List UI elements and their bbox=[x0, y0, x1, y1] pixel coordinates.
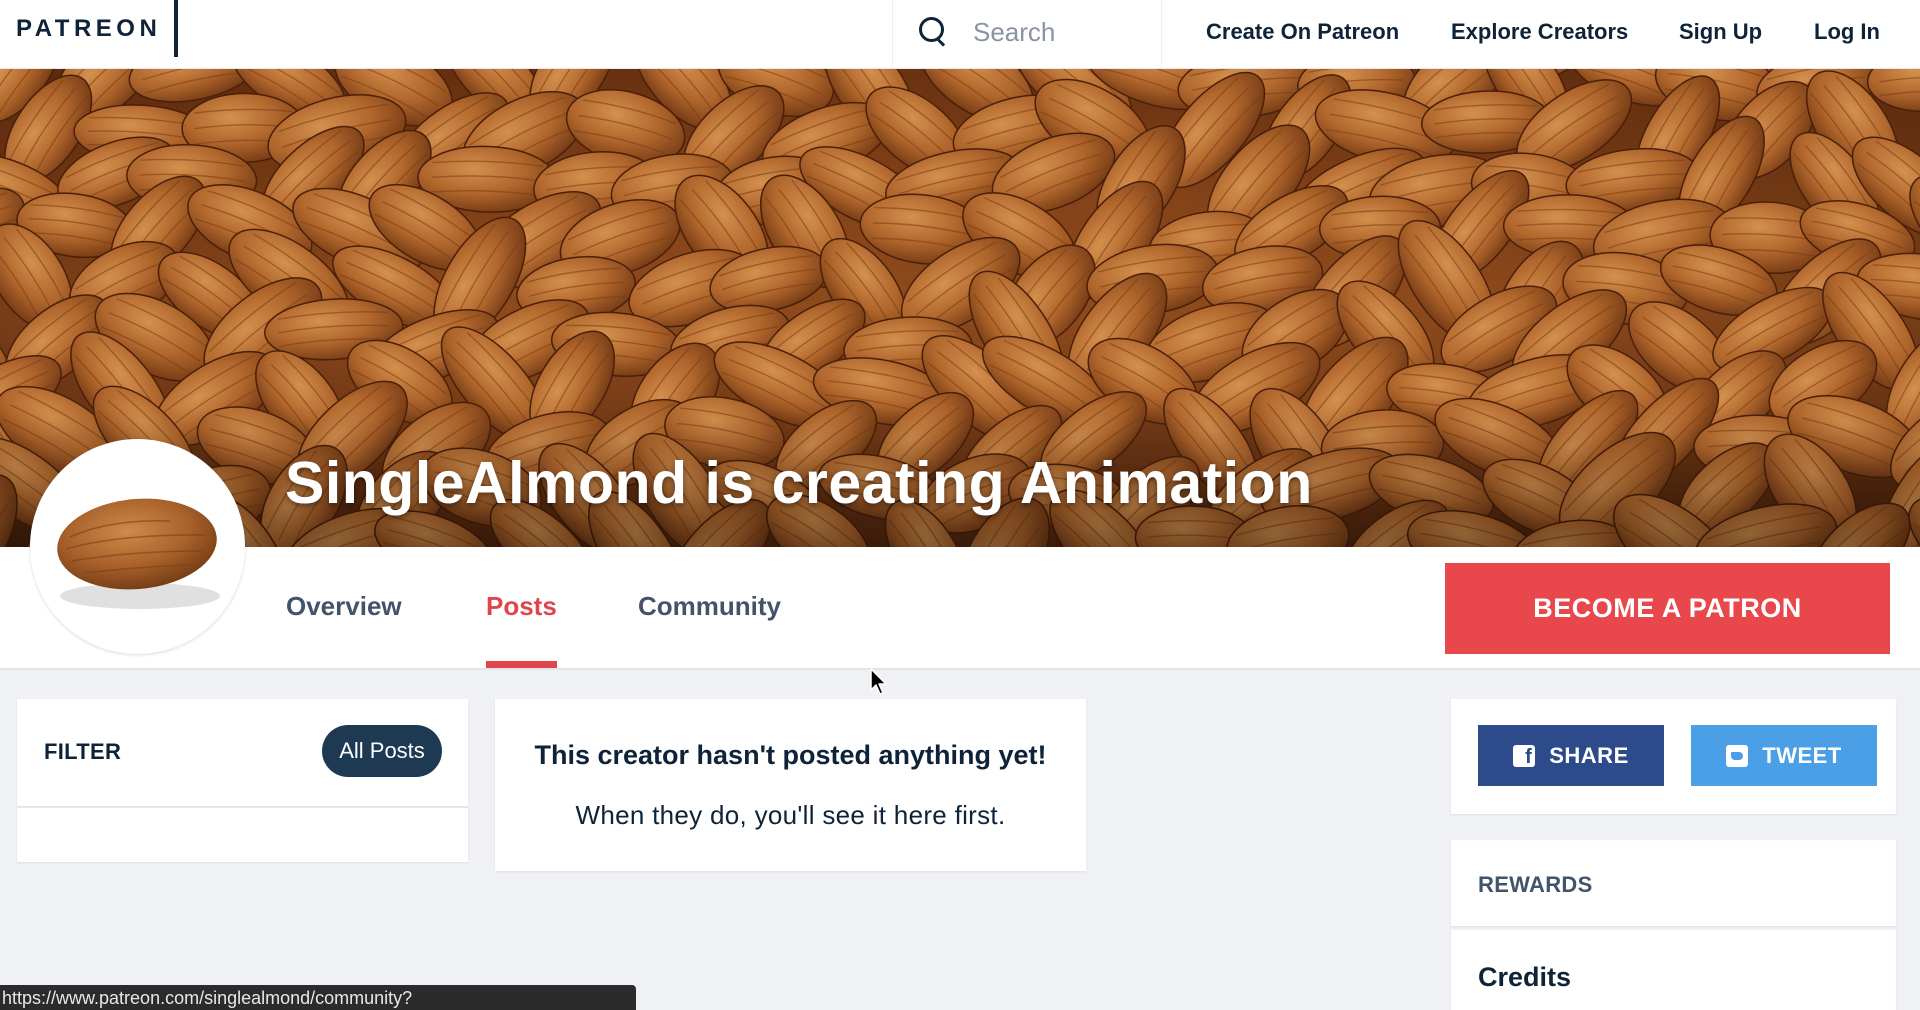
filter-label: FILTER bbox=[44, 739, 122, 764]
tab-community[interactable]: Community bbox=[638, 591, 781, 622]
creator-tagline: is creating Animation bbox=[687, 450, 1313, 516]
tab-overview[interactable]: Overview bbox=[286, 591, 402, 622]
avatar[interactable] bbox=[30, 439, 245, 654]
become-a-patron-button[interactable]: BECOME A PATRON bbox=[1445, 563, 1890, 654]
creator-name: SingleAlmond bbox=[285, 450, 688, 516]
page-title: SingleAlmond is creating Animation bbox=[285, 449, 1313, 517]
all-posts-filter-button[interactable]: All Posts bbox=[322, 725, 442, 777]
top-nav: PATREON Create On Patreon Explore Creato… bbox=[0, 0, 1920, 69]
almond-avatar-icon bbox=[57, 498, 220, 609]
empty-state-title: This creator hasn't posted anything yet! bbox=[534, 740, 1047, 770]
facebook-share-button[interactable]: SHARE bbox=[1478, 725, 1664, 786]
rewards-header-card: REWARDS bbox=[1451, 840, 1896, 926]
filter-card: FILTER All Posts bbox=[17, 699, 468, 806]
twitter-icon bbox=[1726, 744, 1749, 767]
nav-log-in[interactable]: Log In bbox=[1814, 16, 1880, 48]
share-card: SHARE TWEET bbox=[1451, 699, 1896, 814]
active-tab-indicator bbox=[486, 661, 557, 668]
rewards-label: REWARDS bbox=[1478, 872, 1593, 897]
tweet-label: TWEET bbox=[1762, 742, 1842, 768]
search-icon[interactable] bbox=[919, 17, 949, 47]
tweet-button[interactable]: TWEET bbox=[1691, 725, 1877, 786]
filter-options-panel bbox=[17, 808, 468, 862]
search-input[interactable] bbox=[973, 14, 1153, 50]
nav-explore-creators[interactable]: Explore Creators bbox=[1451, 16, 1628, 48]
nav-sign-up[interactable]: Sign Up bbox=[1679, 16, 1762, 48]
mouse-cursor-icon bbox=[870, 668, 887, 695]
logo-divider bbox=[174, 0, 178, 57]
nav-create-on-patreon[interactable]: Create On Patreon bbox=[1206, 16, 1399, 48]
reward-tier-title: Credits bbox=[1478, 962, 1572, 992]
empty-state-subtitle: When they do, you'll see it here first. bbox=[575, 800, 1006, 830]
reward-tier-card[interactable]: Credits bbox=[1451, 930, 1896, 1010]
patreon-logo[interactable]: PATREON bbox=[16, 0, 161, 57]
search-box[interactable] bbox=[892, 0, 1162, 69]
tab-posts[interactable]: Posts bbox=[486, 591, 557, 622]
facebook-icon bbox=[1513, 744, 1536, 769]
share-label: SHARE bbox=[1549, 742, 1629, 768]
link-status-bar: https://www.patreon.com/singlealmond/com… bbox=[0, 985, 636, 1010]
empty-posts-card: This creator hasn't posted anything yet!… bbox=[495, 699, 1086, 871]
cover-image: SingleAlmond is creating Animation bbox=[0, 69, 1920, 547]
